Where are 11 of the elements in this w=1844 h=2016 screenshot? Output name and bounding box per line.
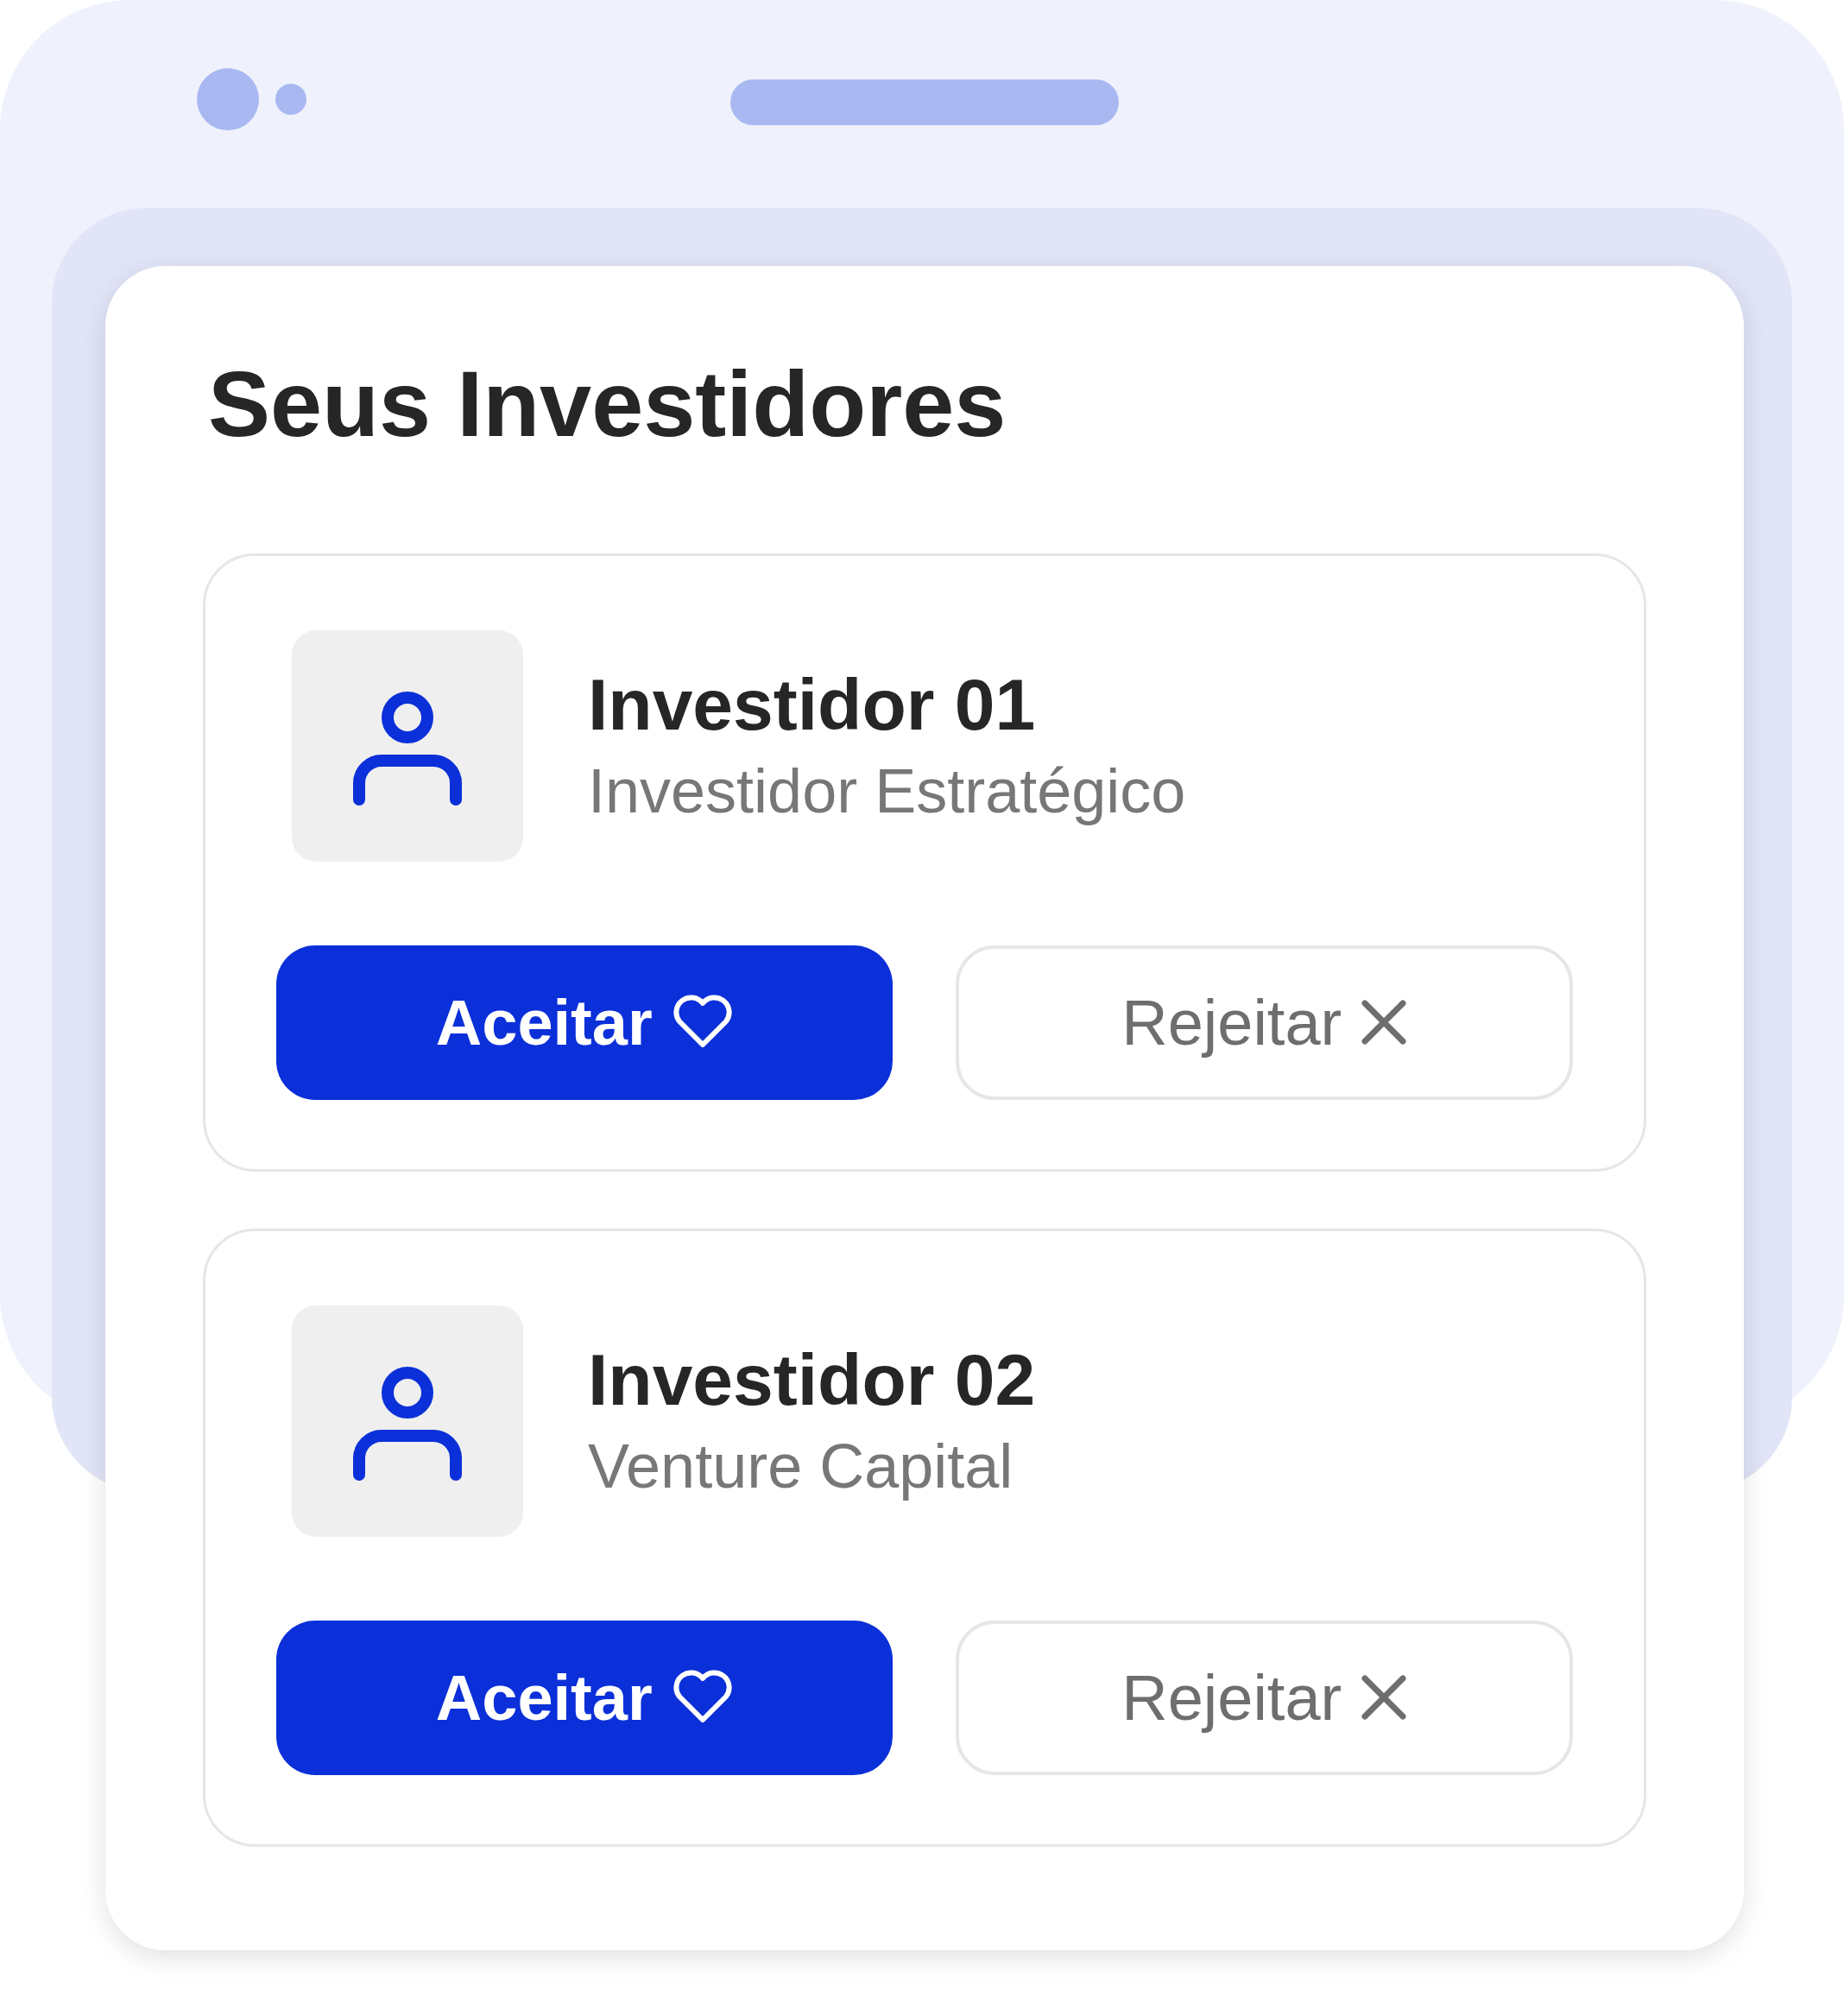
investor-type: Venture Capital xyxy=(588,1430,1014,1502)
reject-button[interactable]: Rejeitar xyxy=(956,945,1573,1100)
accept-button[interactable]: Aceitar xyxy=(276,1620,894,1775)
investor-name: Investidor 01 xyxy=(588,663,1037,747)
close-icon xyxy=(1361,1674,1408,1722)
page-title: Seus Investidores xyxy=(208,351,1007,458)
investor-type: Investidor Estratégico xyxy=(588,755,1186,827)
investor-name: Investidor 02 xyxy=(588,1338,1036,1422)
accept-button[interactable]: Aceitar xyxy=(276,945,894,1100)
reject-button[interactable]: Rejeitar xyxy=(956,1620,1573,1775)
close-icon xyxy=(1361,999,1408,1046)
